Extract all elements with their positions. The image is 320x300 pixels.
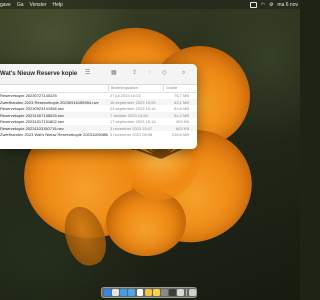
column-divider[interactable] — [108, 85, 109, 91]
search-icon[interactable]: ⌕ — [182, 70, 185, 77]
file-date: 7 oktober 2023 14:50 — [110, 112, 148, 118]
file-size: 54,2 MB — [174, 112, 189, 118]
file-list: Reservekopie 20230727140225 27 jul 2023 … — [0, 92, 197, 138]
file-name: Reservekopie 20231103150715.rwv — [0, 125, 64, 131]
trash-icon[interactable] — [189, 289, 197, 296]
file-date: 23 september 2023 15:16 — [110, 106, 156, 111]
file-size: 403 KB — [175, 119, 189, 124]
tag-icon[interactable]: ◇ — [162, 70, 167, 77]
file-name: Reservekopie 20230727140225 — [0, 93, 57, 98]
file-size: 603 KB — [175, 125, 189, 131]
file-name: Reservekopie 20231017151802.rwv — [0, 119, 65, 124]
battery-icon[interactable] — [249, 1, 257, 8]
notes-icon[interactable] — [152, 289, 160, 296]
finder-toolbar: Wat's Nieuw Reserve kopie ☰ ▦ ⇪ ◌ ◇ ⌕ — [0, 64, 197, 85]
file-size: 83,1 MB — [174, 99, 189, 105]
file-name: Reservekopie 20230923141956.rwv — [0, 106, 65, 111]
file-date: 17 september 2023 15:18 — [110, 119, 156, 124]
menu-item-ga[interactable]: Ga — [17, 2, 24, 8]
column-header-date[interactable]: Bewerkingsdatum — [111, 86, 138, 90]
file-date: 5 november 2023 08:58 — [110, 132, 153, 137]
lock-icon[interactable]: ◌ — [148, 70, 152, 77]
file-size: 76,7 MB — [174, 93, 189, 98]
file-name: Zwerfhanden 2023 Reservekopie 2023091615… — [0, 99, 99, 105]
wifi-icon[interactable]: ◠ — [261, 2, 265, 8]
menu-clock[interactable]: ma 6 nov — [277, 2, 298, 8]
file-size: 83,6 MB — [174, 106, 189, 111]
menu-item-gave[interactable]: gave — [0, 2, 11, 8]
mail-icon[interactable] — [128, 289, 136, 296]
launchpad-icon[interactable] — [112, 289, 119, 296]
finder-icon[interactable] — [104, 289, 111, 296]
file-name: Zwerfhanden 2023 Wat's Nieuw Reservekopi… — [0, 132, 108, 137]
safari-icon[interactable] — [120, 289, 128, 296]
file-date: 3 november 2023 15:07 — [110, 125, 153, 131]
settings-icon[interactable] — [160, 289, 168, 296]
app-icon[interactable] — [169, 289, 176, 296]
finder-window: Wat's Nieuw Reserve kopie ☰ ▦ ⇪ ◌ ◇ ⌕ Be… — [0, 64, 197, 149]
file-size: 218,6 MB — [171, 132, 189, 137]
app-icon[interactable] — [177, 289, 185, 296]
share-icon[interactable]: ⇪ — [132, 70, 137, 77]
flower-petal — [106, 188, 186, 256]
photos-icon[interactable] — [144, 289, 152, 296]
group-icon[interactable]: ▦ — [111, 70, 117, 77]
file-name: Reservekopie 20231007145026.rwv — [0, 112, 65, 118]
desktop-wallpaper — [0, 0, 300, 300]
column-divider[interactable] — [163, 85, 164, 91]
window-title: Wat's Nieuw Reserve kopie — [0, 71, 78, 77]
control-center-icon[interactable]: ⚙ — [269, 2, 273, 8]
menu-item-help[interactable]: Help — [52, 2, 62, 8]
list-view-icon[interactable]: ☰ — [85, 70, 90, 77]
file-date: 16 september 2023 15:59 — [110, 99, 156, 105]
menu-item-venster[interactable]: Venster — [30, 2, 47, 8]
file-row[interactable]: Zwerfhanden 2023 Wat's Nieuw Reservekopi… — [0, 131, 197, 138]
file-date: 27 jul 2023 16:02 — [110, 93, 141, 98]
calendar-icon[interactable] — [136, 289, 144, 296]
menu-bar: gave Ga Venster Help ◠ ⚙ ma 6 nov — [0, 0, 300, 9]
column-header-size[interactable]: Grootte — [166, 86, 177, 90]
dock — [101, 287, 197, 298]
